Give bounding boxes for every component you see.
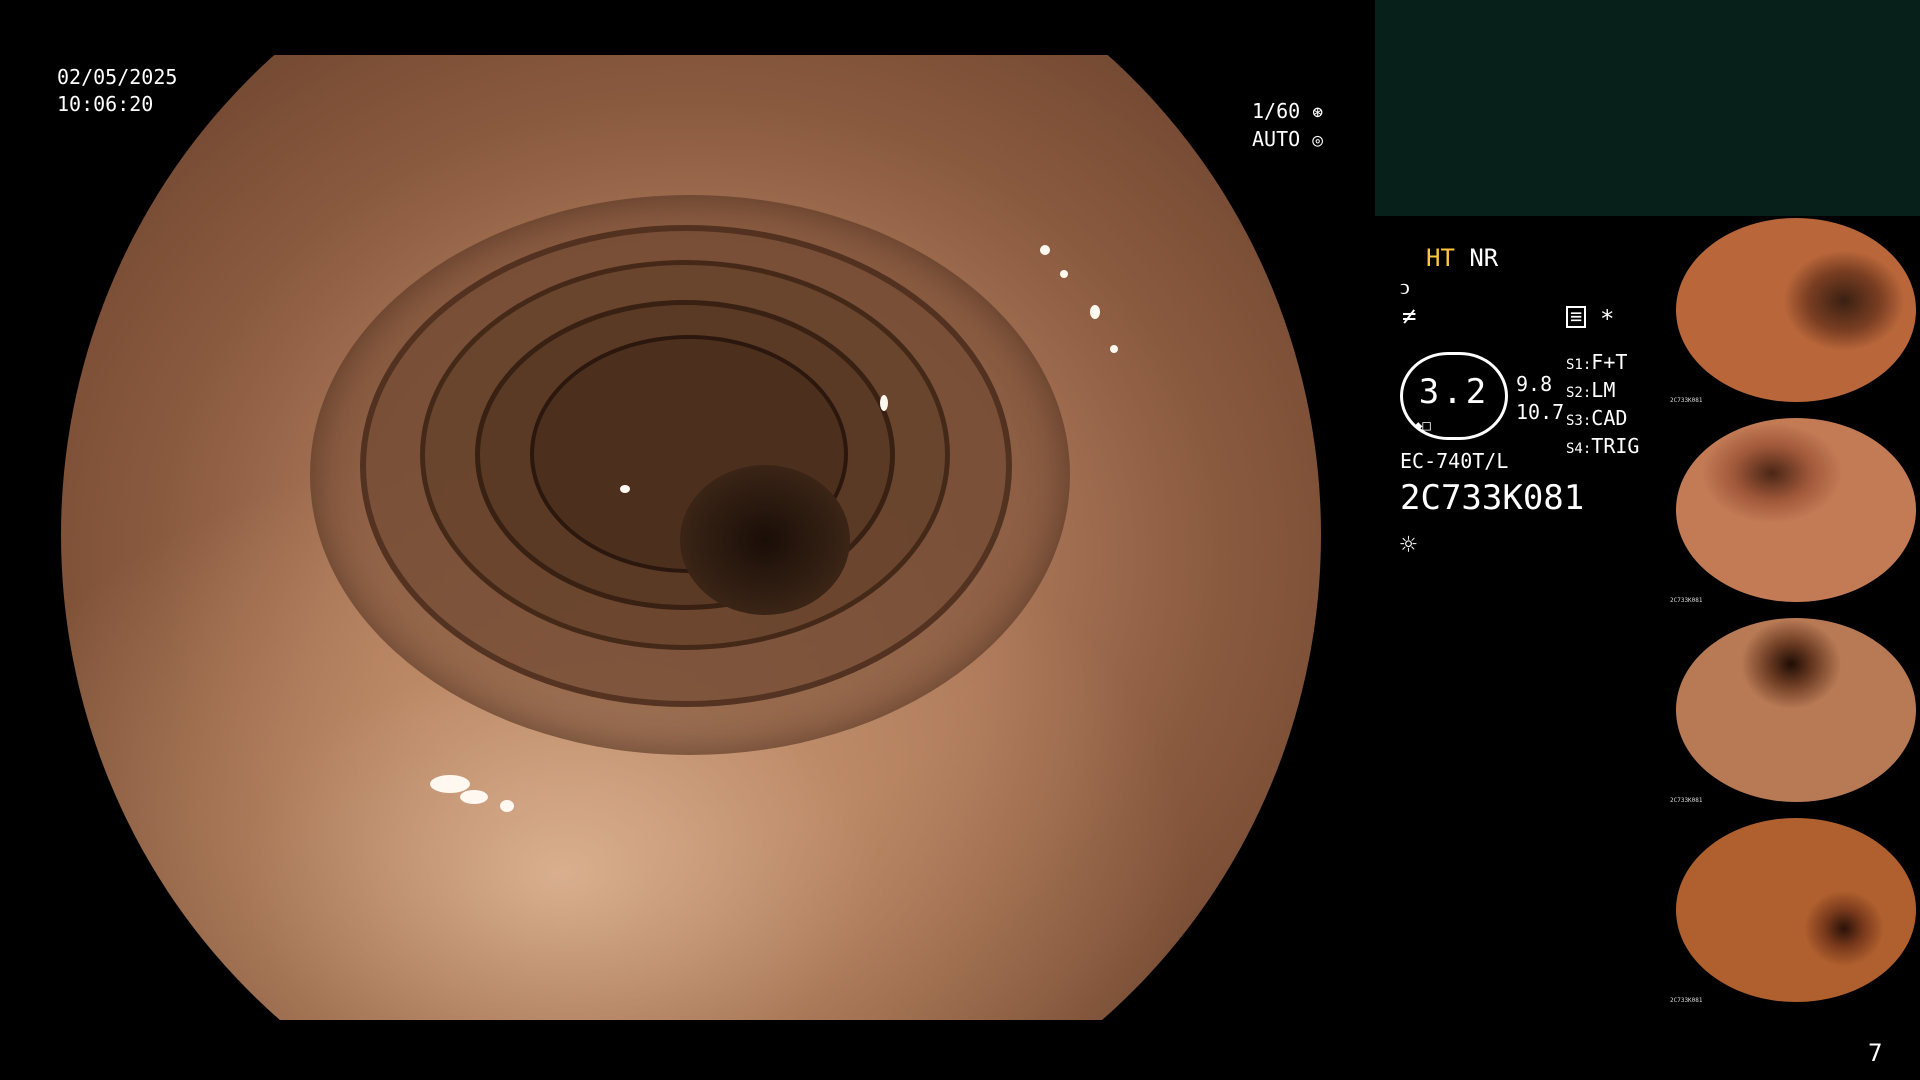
switch-key: S4: bbox=[1566, 441, 1592, 457]
mode-ht: HT bbox=[1426, 244, 1455, 272]
date-text: 02/05/2025 bbox=[57, 65, 178, 89]
switch-key: S1: bbox=[1566, 357, 1592, 373]
shutter-icon: ⊛ bbox=[1312, 102, 1324, 123]
measure-values: 9.8 10.7 bbox=[1516, 370, 1564, 426]
zoom-marker-icon: ◆□ bbox=[1414, 418, 1431, 434]
thumbnail-label: 2C733K081 bbox=[1670, 597, 1703, 604]
mode-indicator: HT NR bbox=[1426, 244, 1498, 272]
asterisk-mark: * bbox=[1600, 305, 1615, 333]
thumbnail[interactable]: 2C733K081 bbox=[1668, 616, 1920, 806]
highlight bbox=[430, 775, 470, 793]
switch-value: CAD bbox=[1591, 406, 1628, 430]
time-text: 10:06:20 bbox=[57, 92, 154, 116]
value-1: 9.8 bbox=[1516, 372, 1553, 396]
thumbnail-label: 2C733K081 bbox=[1670, 997, 1703, 1004]
switch-key: S3: bbox=[1566, 413, 1592, 429]
curve-icon: ↄ bbox=[1400, 275, 1410, 300]
thumbnail[interactable]: 2C733K081 bbox=[1668, 416, 1920, 606]
switch-value: TRIG bbox=[1591, 434, 1640, 458]
camera-settings: 1/60 ⊛ AUTO ◎ bbox=[1252, 98, 1323, 154]
exposure-text: AUTO bbox=[1252, 127, 1301, 151]
highlight bbox=[880, 395, 888, 411]
record-icon: ≡ bbox=[1566, 306, 1586, 328]
thumbnail-label: 2C733K081 bbox=[1670, 797, 1703, 804]
thumbnail-label: 2C733K081 bbox=[1670, 397, 1703, 404]
zoom-value: 3.2 bbox=[1418, 372, 1490, 412]
scope-model: EC-740T/L bbox=[1400, 449, 1509, 473]
highlight bbox=[1040, 245, 1050, 255]
highlight bbox=[1060, 270, 1068, 278]
switch-list: S1:F+T S2:LM S3:CAD S4:TRIG bbox=[1566, 350, 1639, 462]
auto-exposure-icon: ◎ bbox=[1312, 130, 1324, 151]
highlight bbox=[460, 790, 488, 804]
value-2: 10.7 bbox=[1516, 400, 1565, 424]
switch-value: LM bbox=[1591, 378, 1616, 402]
page-number: 7 bbox=[1868, 1039, 1883, 1067]
lumen bbox=[680, 465, 850, 615]
panel-box bbox=[1375, 0, 1920, 216]
highlight bbox=[1110, 345, 1118, 353]
highlight bbox=[620, 485, 630, 493]
thumbnail[interactable]: 2C733K081 bbox=[1668, 216, 1920, 406]
endoscope-view bbox=[61, 55, 1321, 1020]
datetime-display: 02/05/2025 10:06:20 bbox=[57, 64, 177, 118]
switch-key: S2: bbox=[1566, 385, 1592, 401]
switch-value: F+T bbox=[1591, 350, 1628, 374]
highlight bbox=[1090, 305, 1100, 319]
scope-serial: 2C733K081 bbox=[1400, 478, 1585, 518]
shutter-text: 1/60 bbox=[1252, 99, 1301, 123]
enhance-icon: ≠ bbox=[1402, 302, 1417, 330]
light-source-icon: ☼ bbox=[1400, 528, 1417, 561]
mode-nr: NR bbox=[1469, 244, 1499, 272]
highlight bbox=[500, 800, 514, 812]
thumbnail[interactable]: 2C733K081 bbox=[1668, 816, 1920, 1006]
